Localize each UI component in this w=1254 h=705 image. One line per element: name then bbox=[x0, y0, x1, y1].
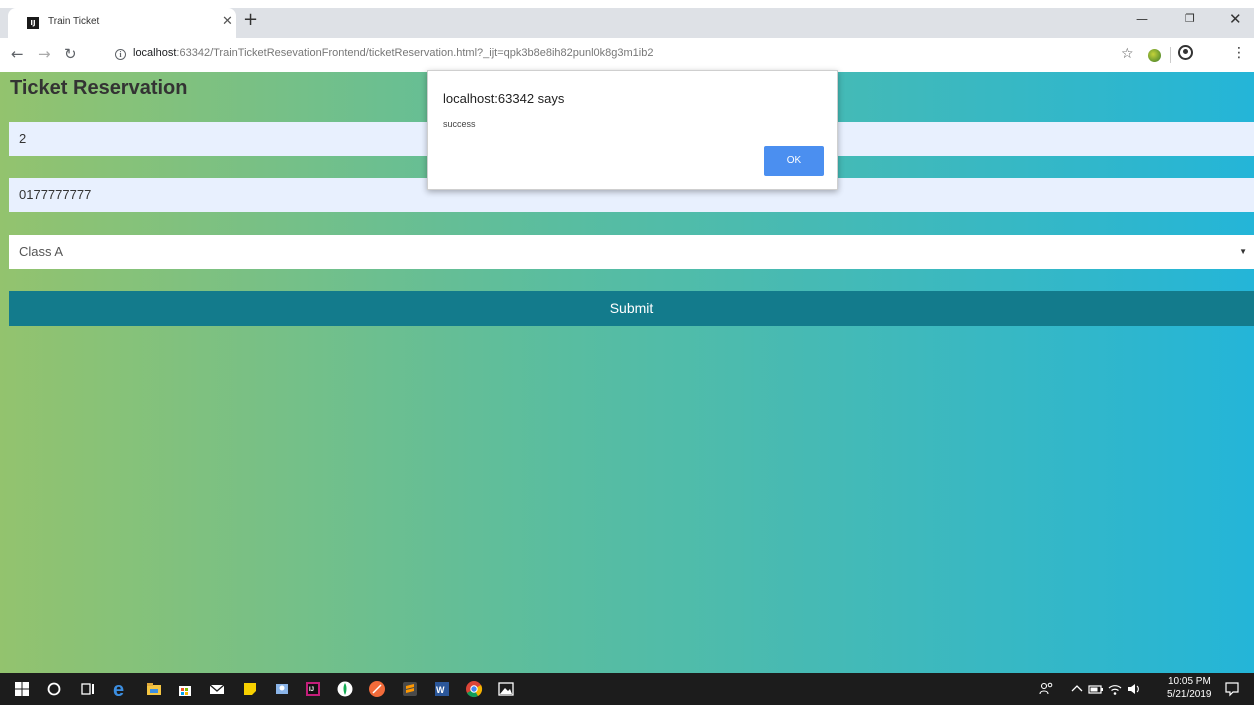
info-icon[interactable]: i bbox=[115, 49, 126, 60]
svg-text:IJ: IJ bbox=[309, 687, 314, 693]
tab-title: Train Ticket bbox=[48, 16, 100, 27]
chrome-icon[interactable] bbox=[465, 680, 483, 698]
mongodb-compass-icon[interactable] bbox=[336, 680, 354, 698]
clock-date[interactable]: 5/21/2019 bbox=[1167, 689, 1212, 700]
bookmark-star-icon[interactable]: ☆ bbox=[1121, 46, 1134, 62]
sticky-notes-icon[interactable] bbox=[241, 680, 259, 698]
file-explorer-icon[interactable] bbox=[145, 680, 163, 698]
class-select[interactable]: Class A ▼ bbox=[9, 235, 1254, 269]
window-close-icon[interactable]: ✕ bbox=[1229, 10, 1242, 28]
photos-app-icon[interactable] bbox=[273, 680, 291, 698]
windows-start-icon[interactable] bbox=[13, 680, 31, 698]
toolbar-separator bbox=[1170, 47, 1171, 63]
dialog-message: success bbox=[443, 119, 476, 129]
postman-icon[interactable] bbox=[368, 680, 386, 698]
taskbar: e IJ W 10:05 PM 5/21/2019 bbox=[0, 673, 1254, 705]
edge-browser-icon[interactable]: e bbox=[112, 680, 130, 698]
account-icon[interactable] bbox=[1178, 45, 1193, 60]
ok-button[interactable]: OK bbox=[764, 146, 824, 176]
address-bar[interactable]: localhost:63342/TrainTicketResevationFro… bbox=[133, 47, 653, 59]
word-icon[interactable]: W bbox=[433, 680, 451, 698]
notifications-icon[interactable] bbox=[1223, 680, 1241, 698]
new-tab-icon[interactable]: + bbox=[243, 10, 258, 30]
forward-arrow-icon[interactable]: → bbox=[38, 45, 51, 63]
photos-viewer-icon[interactable] bbox=[497, 680, 515, 698]
page-title: Ticket Reservation bbox=[10, 77, 188, 99]
back-arrow-icon[interactable]: ← bbox=[11, 45, 24, 63]
sublime-text-icon[interactable] bbox=[401, 680, 419, 698]
wifi-icon[interactable] bbox=[1106, 680, 1124, 698]
clock-time[interactable]: 10:05 PM bbox=[1168, 676, 1211, 687]
tab-close-icon[interactable]: ✕ bbox=[222, 15, 233, 29]
tray-chevron-up-icon[interactable] bbox=[1068, 680, 1086, 698]
store-icon[interactable] bbox=[176, 680, 194, 698]
window-top-edge bbox=[0, 0, 1254, 8]
svg-text:W: W bbox=[436, 685, 445, 695]
browser-tab[interactable]: IJ Train Ticket ✕ bbox=[8, 8, 236, 38]
task-view-icon[interactable] bbox=[79, 680, 97, 698]
menu-dots-icon[interactable]: ⋮ bbox=[1232, 45, 1246, 61]
intellij-favicon-icon: IJ bbox=[27, 17, 39, 29]
submit-button[interactable]: Submit bbox=[9, 291, 1254, 326]
svg-text:e: e bbox=[113, 680, 124, 698]
mail-icon[interactable] bbox=[208, 680, 226, 698]
reload-icon[interactable]: ↻ bbox=[64, 45, 77, 63]
battery-icon[interactable] bbox=[1087, 680, 1105, 698]
intellij-idea-icon[interactable]: IJ bbox=[304, 680, 322, 698]
dropdown-arrow-icon: ▼ bbox=[1239, 247, 1247, 256]
people-icon[interactable] bbox=[1037, 680, 1055, 698]
search-icon[interactable] bbox=[45, 680, 63, 698]
alert-dialog: localhost:63342 says success OK bbox=[427, 70, 838, 190]
dialog-title: localhost:63342 says bbox=[443, 91, 565, 106]
extension-icon[interactable] bbox=[1148, 49, 1161, 62]
volume-icon[interactable] bbox=[1125, 680, 1143, 698]
window-minimize-icon[interactable]: — bbox=[1136, 12, 1148, 26]
window-restore-icon[interactable]: ❐ bbox=[1185, 12, 1195, 25]
class-select-value: Class A bbox=[19, 244, 64, 259]
